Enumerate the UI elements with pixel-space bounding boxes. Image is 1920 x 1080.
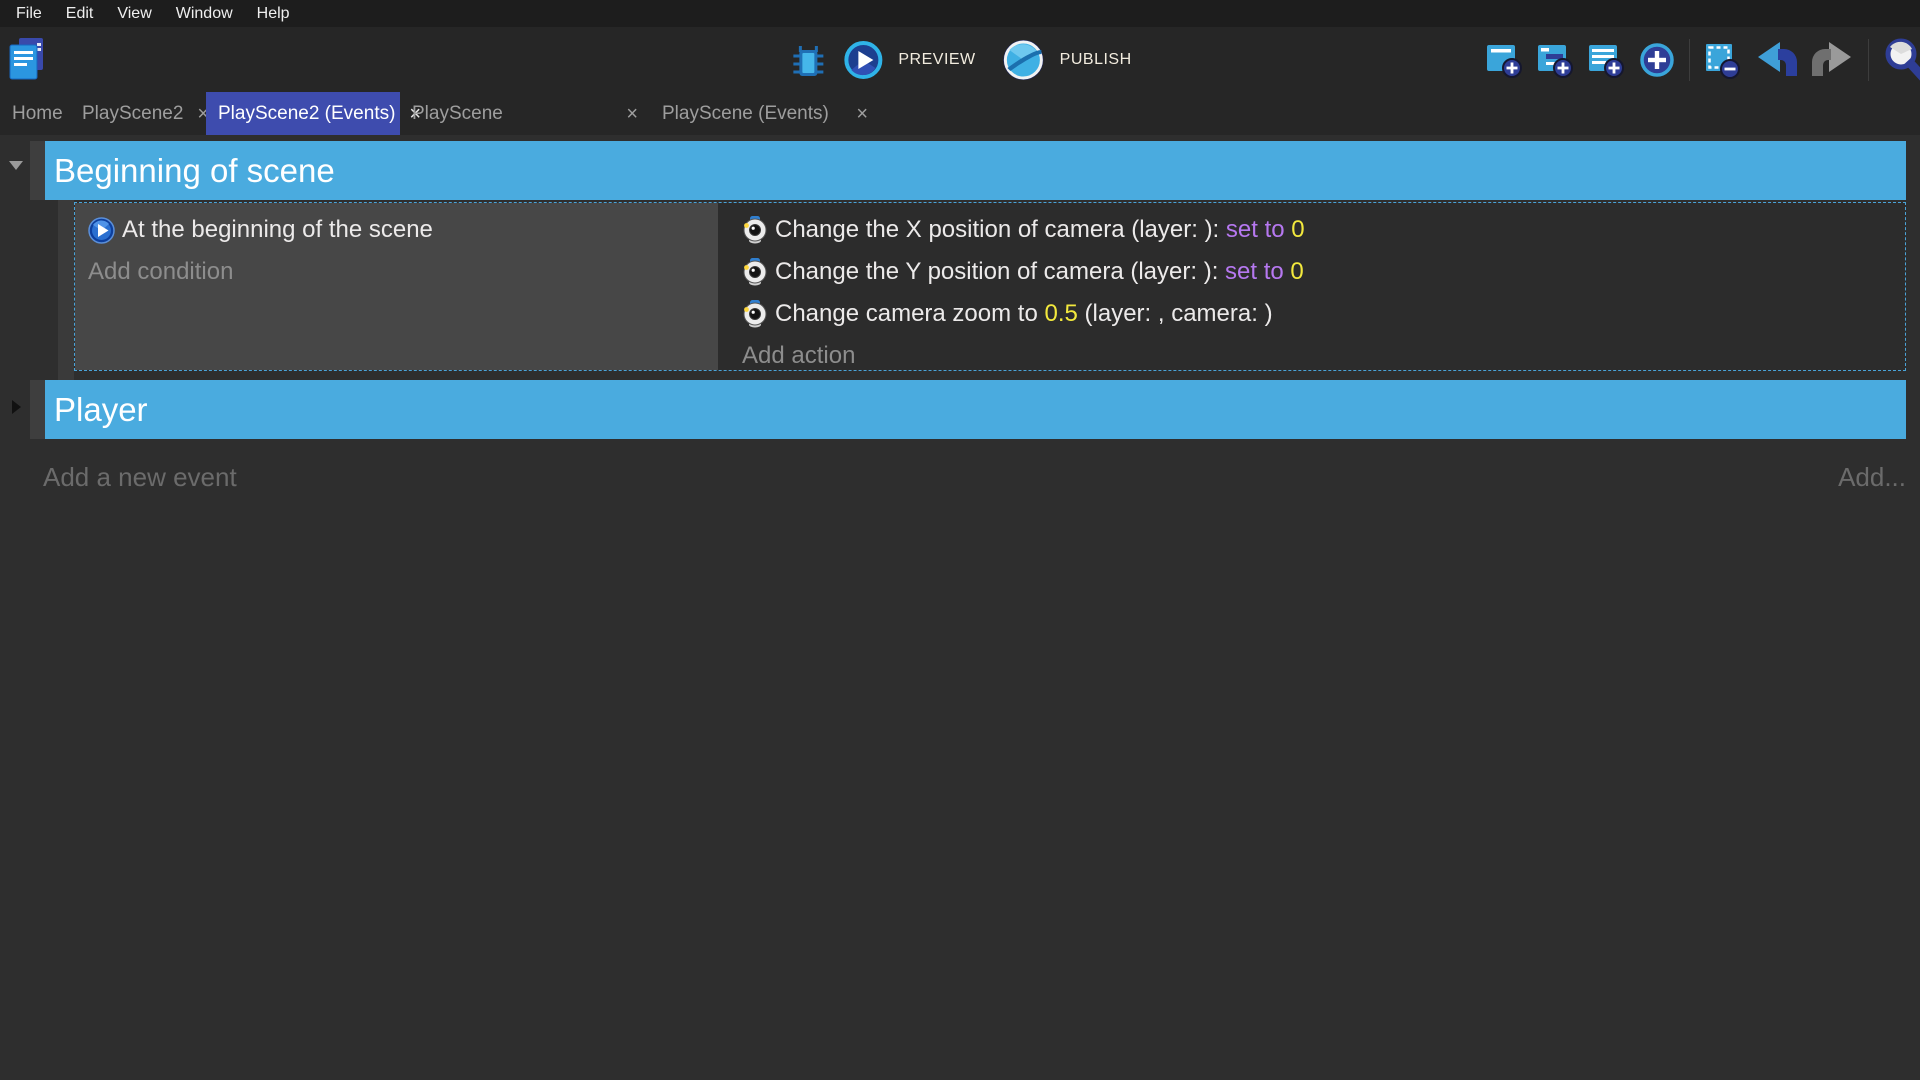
tab-close-icon[interactable]: × <box>842 104 868 124</box>
preview-label[interactable]: PREVIEW <box>898 51 975 69</box>
menu-view[interactable]: View <box>105 0 163 27</box>
start-scene-condition-icon <box>88 217 115 244</box>
condition-text: At the beginning of the scene <box>122 216 433 244</box>
toolbar-right-group <box>1485 27 1920 92</box>
debug-icon[interactable] <box>788 40 828 80</box>
tab-playscene[interactable]: PlayScene × <box>400 92 650 135</box>
condition-item[interactable]: At the beginning of the scene <box>88 209 718 251</box>
add-condition-label: Add condition <box>88 258 233 286</box>
tab-playscene2-events[interactable]: PlayScene2 (Events) × <box>206 92 400 135</box>
tab-playscene-events[interactable]: PlayScene (Events) × <box>650 92 880 135</box>
add-new-event-button[interactable]: Add a new event <box>43 457 237 497</box>
camera-action-icon <box>742 216 768 244</box>
tab-label: PlayScene <box>412 103 503 125</box>
add-comment-icon[interactable] <box>1587 41 1625 79</box>
tab-close-icon[interactable]: × <box>612 104 638 124</box>
toolbar-separator <box>1689 39 1690 81</box>
add-condition-button[interactable]: Add condition <box>88 251 718 293</box>
undo-icon[interactable] <box>1754 40 1798 80</box>
action-text: Change camera zoom to <box>775 300 1044 328</box>
search-icon[interactable] <box>1882 37 1920 83</box>
group-drag-handle[interactable] <box>30 141 45 200</box>
action-item[interactable]: Change the Y position of camera (layer: … <box>742 251 1905 293</box>
add-more-circle-icon[interactable] <box>1638 41 1676 79</box>
camera-action-icon <box>742 258 768 286</box>
toolbar-separator <box>1868 39 1869 81</box>
collapse-arrow-icon[interactable] <box>12 400 21 414</box>
action-value: 0 <box>1285 216 1305 244</box>
action-operator: set to <box>1226 216 1285 244</box>
action-text: Change the Y position of camera (layer: … <box>775 258 1225 286</box>
main-toolbar: PREVIEW PUBLISH <box>0 27 1920 92</box>
tab-label: PlayScene2 <box>82 103 183 125</box>
publish-globe-icon[interactable] <box>1002 38 1046 82</box>
conditions-cell[interactable]: At the beginning of the scene Add condit… <box>75 203 718 370</box>
project-manager-icon[interactable] <box>8 36 46 82</box>
action-item[interactable]: Change camera zoom to 0.5 (layer: , came… <box>742 293 1905 335</box>
event-group-header[interactable]: Beginning of scene <box>45 141 1906 200</box>
group-title: Player <box>54 391 148 429</box>
collapse-arrow-icon[interactable] <box>9 161 23 170</box>
event-row[interactable]: At the beginning of the scene Add condit… <box>74 202 1906 371</box>
tab-label: Home <box>12 103 63 125</box>
menu-bar: File Edit View Window Help <box>0 0 1920 27</box>
tab-bar: Home PlayScene2 × PlayScene2 (Events) × … <box>0 92 1920 135</box>
event-indent-strip <box>58 200 74 380</box>
add-action-button[interactable]: Add action <box>742 335 1905 370</box>
tab-home[interactable]: Home <box>0 92 70 135</box>
add-more-button[interactable]: Add... <box>1838 457 1906 497</box>
menu-file[interactable]: File <box>4 0 54 27</box>
action-operator: set to <box>1225 258 1284 286</box>
action-text: Change the X position of camera (layer: … <box>775 216 1226 244</box>
redo-icon[interactable] <box>1811 40 1855 80</box>
group-title: Beginning of scene <box>54 152 335 190</box>
preview-play-icon[interactable] <box>842 39 884 81</box>
tab-playscene2[interactable]: PlayScene2 × <box>70 92 206 135</box>
action-text: (layer: , camera: ) <box>1078 300 1273 328</box>
tab-label: PlayScene (Events) <box>662 103 829 125</box>
actions-cell[interactable]: Change the X position of camera (layer: … <box>718 203 1905 370</box>
publish-label[interactable]: PUBLISH <box>1060 51 1132 69</box>
remove-selection-icon[interactable] <box>1703 41 1741 79</box>
menu-window[interactable]: Window <box>164 0 245 27</box>
tab-label: PlayScene2 (Events) <box>218 103 395 125</box>
add-subevent-icon[interactable] <box>1536 41 1574 79</box>
add-action-label: Add action <box>742 342 855 370</box>
add-event-icon[interactable] <box>1485 41 1523 79</box>
menu-help[interactable]: Help <box>245 0 302 27</box>
events-sheet: Beginning of scene At the beginning of t… <box>0 135 1920 1080</box>
menu-edit[interactable]: Edit <box>54 0 106 27</box>
toolbar-center-group: PREVIEW PUBLISH <box>788 27 1131 92</box>
action-value: 0 <box>1284 258 1304 286</box>
action-item[interactable]: Change the X position of camera (layer: … <box>742 209 1905 251</box>
event-group-header[interactable]: Player <box>45 380 1906 439</box>
group-drag-handle[interactable] <box>30 380 45 439</box>
action-value: 0.5 <box>1044 300 1077 328</box>
camera-action-icon <box>742 300 768 328</box>
